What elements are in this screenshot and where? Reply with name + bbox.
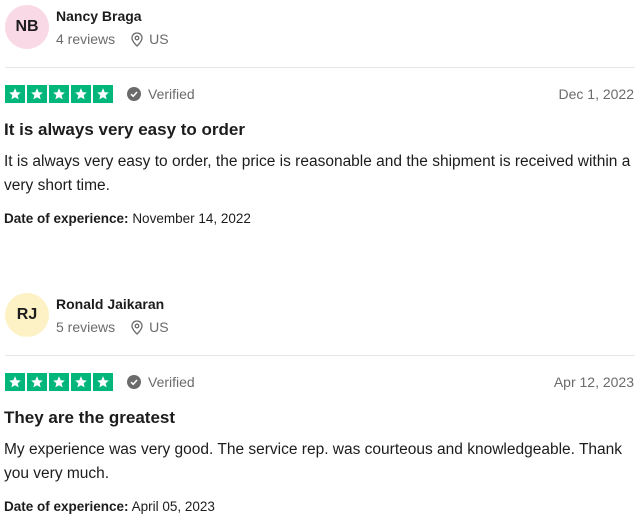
- star-icon: [27, 85, 47, 103]
- location-pin-icon: [131, 319, 143, 335]
- star-icon: [27, 373, 47, 391]
- avatar[interactable]: NB: [5, 5, 49, 49]
- reviewer-location: US: [149, 31, 169, 47]
- star-icon: [93, 373, 113, 391]
- experience-label: Date of experience:: [4, 499, 129, 514]
- star-icon: [71, 373, 91, 391]
- check-circle-icon: [127, 375, 141, 389]
- verified-label: Verified: [148, 374, 195, 390]
- review-body: It is always very easy to order, the pri…: [4, 153, 631, 194]
- reviewer-meta: 5 reviews US: [56, 319, 169, 335]
- star-icon: [49, 373, 69, 391]
- verified-label: Verified: [148, 86, 195, 102]
- review-title[interactable]: They are the greatest: [4, 408, 175, 428]
- verified-badge[interactable]: Verified: [127, 86, 195, 102]
- star-icon: [49, 85, 69, 103]
- divider: [5, 67, 635, 68]
- date-of-experience: Date of experience: November 14, 2022: [4, 211, 251, 226]
- star-icon: [5, 373, 25, 391]
- star-icon: [5, 85, 25, 103]
- review-count: 4 reviews: [56, 31, 116, 47]
- star-icon: [93, 85, 113, 103]
- reviewer-name[interactable]: Ronald Jaikaran: [56, 296, 164, 312]
- review-date: Dec 1, 2022: [558, 86, 635, 102]
- verified-badge[interactable]: Verified: [127, 374, 195, 390]
- experience-date: April 05, 2023: [131, 499, 215, 514]
- reviewer-name[interactable]: Nancy Braga: [56, 8, 142, 24]
- avatar[interactable]: RJ: [5, 293, 49, 337]
- star-rating: [5, 373, 113, 391]
- review-title[interactable]: It is always very easy to order: [4, 120, 245, 140]
- divider: [5, 355, 635, 356]
- location-pin-icon: [131, 31, 143, 47]
- review-date: Apr 12, 2023: [553, 374, 634, 390]
- reviewer-meta: 4 reviews US: [56, 31, 169, 47]
- experience-label: Date of experience:: [4, 211, 129, 226]
- check-circle-icon: [127, 87, 141, 101]
- review-count: 5 reviews: [56, 319, 116, 335]
- date-of-experience: Date of experience: April 05, 2023: [4, 499, 215, 514]
- reviewer-location: US: [149, 319, 169, 335]
- experience-date: November 14, 2022: [132, 211, 251, 226]
- star-icon: [71, 85, 91, 103]
- star-rating: [5, 85, 113, 103]
- review-body: My experience was very good. The service…: [4, 441, 623, 482]
